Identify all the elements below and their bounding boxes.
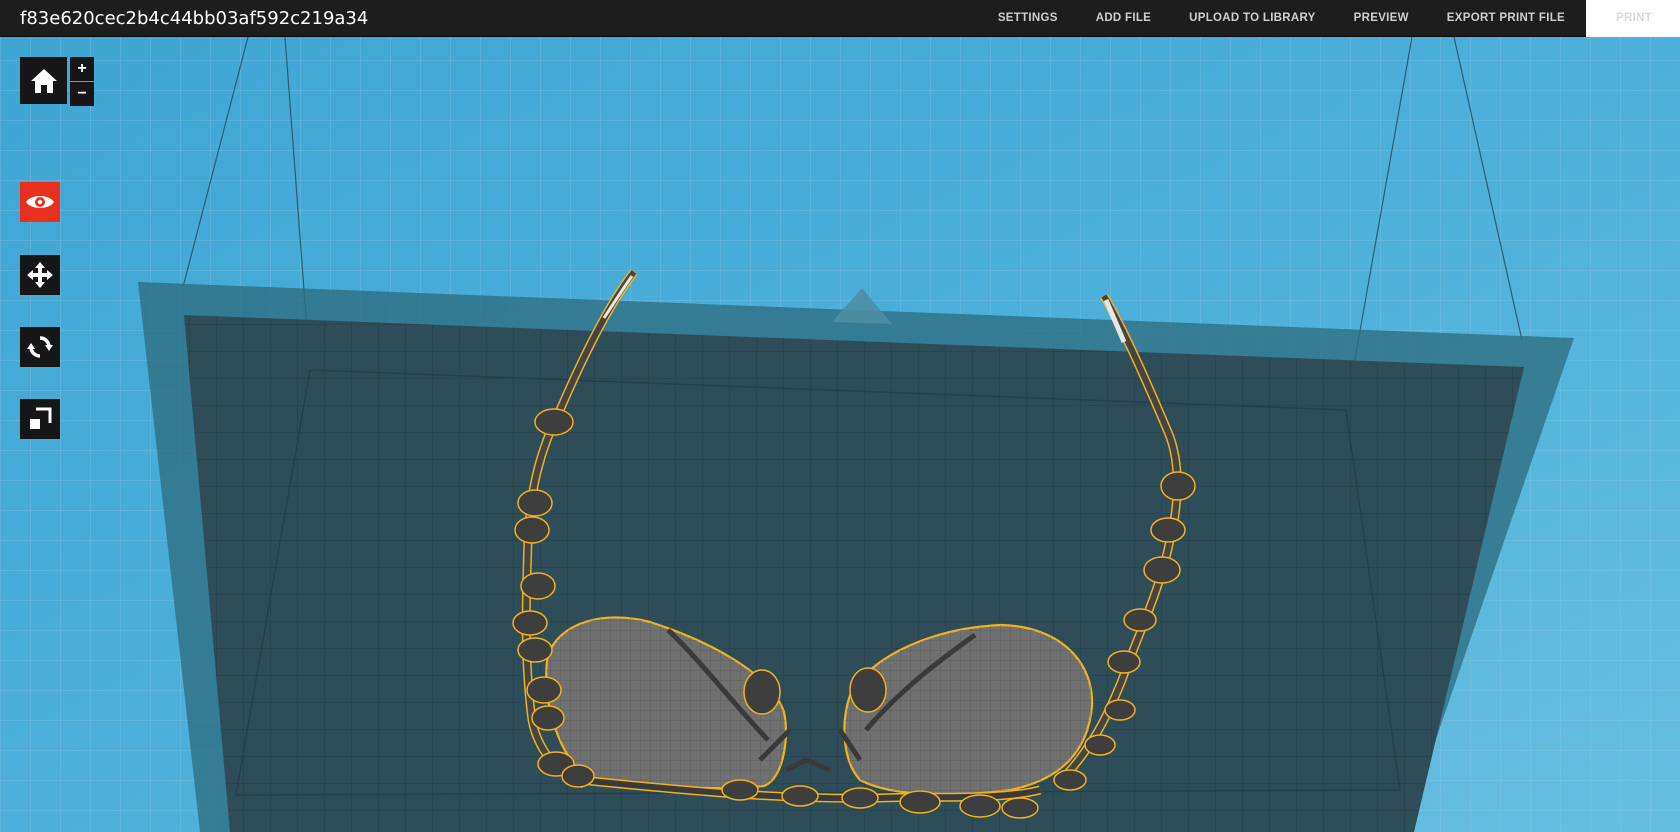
build-volume-scene[interactable]	[0, 37, 1680, 832]
rotate-tool-button[interactable]	[20, 327, 60, 367]
move-tool-button[interactable]	[20, 255, 60, 295]
move-arrows-icon	[27, 262, 53, 288]
zoom-in-button[interactable]: +	[70, 57, 94, 81]
upload-to-library-button[interactable]: UPLOAD TO LIBRARY	[1170, 0, 1335, 37]
home-button[interactable]	[20, 57, 67, 104]
top-bar: f83e620cec2b4c44bb03af592c219a34 SETTING…	[0, 0, 1680, 37]
zoom-out-button[interactable]: −	[70, 82, 94, 106]
view-tool-button[interactable]	[20, 182, 60, 222]
print-button[interactable]: PRINT	[1586, 0, 1680, 37]
scale-icon	[30, 407, 52, 429]
export-print-file-button[interactable]: EXPORT PRINT FILE	[1428, 0, 1584, 37]
add-file-button[interactable]: ADD FILE	[1077, 0, 1170, 37]
rotate-icon	[27, 336, 53, 358]
3d-viewport[interactable]: + −	[0, 37, 1680, 832]
eye-icon	[26, 196, 54, 208]
top-nav: SETTINGS ADD FILE UPLOAD TO LIBRARY PREV…	[979, 0, 1680, 37]
home-icon	[30, 68, 57, 93]
settings-button[interactable]: SETTINGS	[979, 0, 1077, 37]
preview-button[interactable]: PREVIEW	[1335, 0, 1428, 37]
scale-tool-button[interactable]	[20, 399, 60, 439]
app-title: f83e620cec2b4c44bb03af592c219a34	[20, 7, 369, 29]
